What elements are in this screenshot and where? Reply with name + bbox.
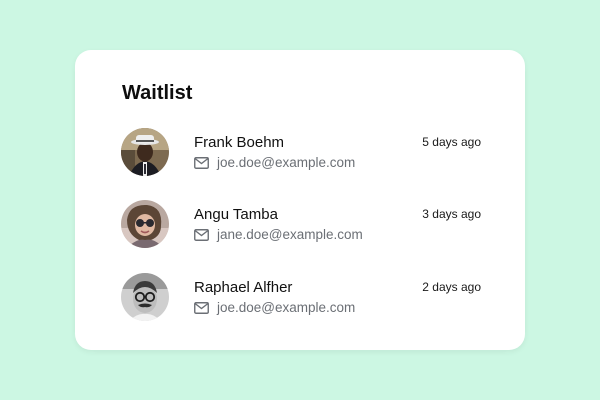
mail-icon bbox=[194, 229, 209, 241]
entry-email: joe.doe@example.com bbox=[217, 300, 356, 315]
waitlist-row[interactable]: Angu Tamba jane.doe@example.com 3 days a… bbox=[121, 200, 481, 252]
mail-icon bbox=[194, 302, 209, 314]
entry-time: 3 days ago bbox=[422, 207, 481, 221]
waitlist-title: Waitlist bbox=[122, 82, 193, 104]
waitlist-card: Waitlist Frank Boehm joe.doe@example.com… bbox=[75, 50, 525, 350]
entry-time: 2 days ago bbox=[422, 280, 481, 294]
avatar[interactable] bbox=[121, 128, 169, 176]
entry-name: Raphael Alfher bbox=[194, 279, 293, 296]
avatar-photo-frank bbox=[121, 128, 169, 176]
entry-name: Angu Tamba bbox=[194, 206, 278, 223]
avatar[interactable] bbox=[121, 273, 169, 321]
avatar-photo-angu bbox=[121, 200, 169, 248]
avatar-photo-raphael bbox=[121, 273, 169, 321]
entry-time: 5 days ago bbox=[422, 135, 481, 149]
entry-email: jane.doe@example.com bbox=[217, 227, 363, 242]
waitlist-row[interactable]: Raphael Alfher joe.doe@example.com 2 day… bbox=[121, 273, 481, 325]
mail-icon bbox=[194, 157, 209, 169]
avatar[interactable] bbox=[121, 200, 169, 248]
entry-email: joe.doe@example.com bbox=[217, 155, 356, 170]
entry-name: Frank Boehm bbox=[194, 134, 285, 151]
waitlist-row[interactable]: Frank Boehm joe.doe@example.com 5 days a… bbox=[121, 128, 481, 180]
